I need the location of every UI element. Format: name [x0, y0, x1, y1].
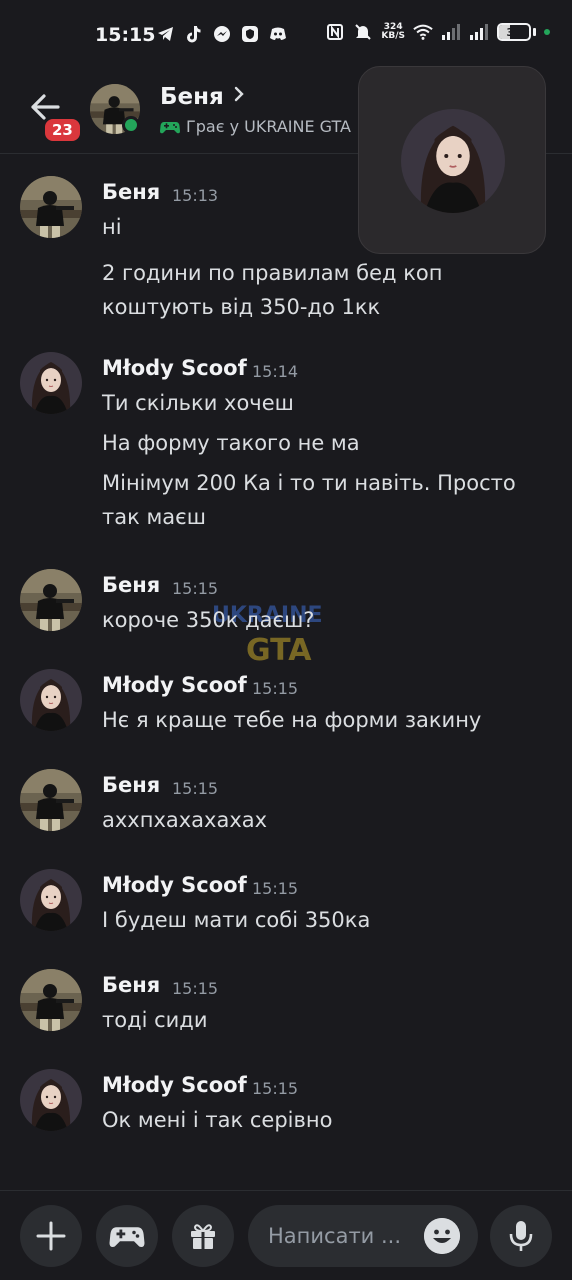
battery-indicator: 37 — [497, 23, 531, 41]
voice-message-button[interactable] — [490, 1205, 552, 1267]
message-text[interactable]: Нє я краще тебе на форми закину — [102, 703, 542, 737]
message-text[interactable]: Ок мені і так серівно — [102, 1103, 542, 1137]
message-text[interactable]: короче 350к даєш? — [102, 603, 542, 637]
message-author[interactable]: Młody Scoof — [102, 673, 247, 697]
message-author[interactable]: Młody Scoof — [102, 1073, 247, 1097]
message-author[interactable]: Беня — [102, 180, 160, 204]
plus-icon — [36, 1221, 66, 1251]
notification-icons — [156, 24, 288, 44]
status-bar: 15:15 324 KB/S 37 — [0, 0, 572, 70]
message-text[interactable]: тоді сиди — [102, 1003, 542, 1037]
avatar — [401, 109, 505, 213]
message-composer — [0, 1190, 572, 1280]
message-text[interactable]: І будеш мати собі 350ка — [102, 903, 542, 937]
battery-tip — [533, 28, 536, 36]
message-author[interactable]: Беня — [102, 573, 160, 597]
message-text[interactable]: аххпхахахахах — [102, 803, 542, 837]
avatar[interactable] — [20, 669, 82, 731]
network-speed: 324 KB/S — [381, 23, 405, 41]
message-text[interactable]: На форму такого не ма — [102, 426, 542, 460]
message-author[interactable]: Беня — [102, 973, 160, 997]
avatar[interactable] — [20, 1069, 82, 1131]
battery-percent: 37 — [506, 25, 522, 39]
gamepad-icon — [109, 1227, 145, 1247]
gift-icon — [191, 1224, 215, 1249]
activities-button[interactable] — [96, 1205, 158, 1267]
message-timestamp: 15:15 — [252, 679, 299, 698]
message-timestamp: 15:13 — [172, 186, 219, 205]
message-timestamp: 15:15 — [172, 579, 219, 598]
signal-icon-1 — [441, 22, 461, 42]
message-author[interactable]: Młody Scoof — [102, 356, 247, 380]
message-text[interactable]: коштують від 350-до 1кк — [102, 290, 542, 324]
vpn-icon — [240, 24, 260, 44]
messenger-icon — [212, 24, 232, 44]
avatar[interactable] — [20, 869, 82, 931]
gift-button[interactable] — [172, 1205, 234, 1267]
message-timestamp: 15:15 — [172, 979, 219, 998]
nfc-icon — [325, 22, 345, 42]
message-timestamp: 15:15 — [252, 879, 299, 898]
message-text[interactable]: ні — [102, 210, 542, 244]
message-text[interactable]: Ти скільки хочеш — [102, 386, 542, 420]
network-speed-unit: KB/S — [381, 31, 405, 41]
avatar[interactable] — [20, 569, 82, 631]
privacy-indicator-dot — [544, 29, 550, 35]
system-status-icons: 324 KB/S 37 — [325, 22, 550, 42]
signal-icon-2 — [469, 22, 489, 42]
online-status-dot — [122, 116, 140, 134]
avatar[interactable] — [20, 176, 82, 238]
status-time: 15:15 — [95, 24, 156, 46]
header-name[interactable]: Беня — [160, 84, 224, 110]
avatar[interactable] — [20, 969, 82, 1031]
message-timestamp: 15:15 — [252, 1079, 299, 1098]
message-text[interactable]: Мінімум 200 Ка і то ти навіть. Просто — [102, 466, 542, 500]
avatar[interactable] — [20, 769, 82, 831]
activity-text: Грає у UKRAINE GTA — [186, 117, 351, 136]
chevron-right-icon[interactable] — [232, 84, 246, 104]
message-timestamp: 15:15 — [172, 779, 219, 798]
message-text[interactable]: так маєш — [102, 500, 542, 534]
emoji-icon — [424, 1218, 460, 1254]
tiktok-icon — [184, 24, 204, 44]
microphone-icon — [509, 1221, 533, 1251]
avatar[interactable] — [20, 352, 82, 414]
telegram-icon — [156, 24, 176, 44]
mute-icon — [353, 22, 373, 42]
discord-icon — [268, 24, 288, 44]
message-timestamp: 15:14 — [252, 362, 299, 381]
gamepad-icon — [160, 121, 180, 133]
add-attachment-button[interactable] — [20, 1205, 82, 1267]
emoji-button[interactable] — [424, 1218, 460, 1254]
message-author[interactable]: Беня — [102, 773, 160, 797]
watermark-line-2: GTA — [246, 633, 312, 668]
activity-status: Грає у UKRAINE GTA — [160, 117, 351, 136]
wifi-icon — [413, 22, 433, 42]
unread-badge: 23 — [42, 116, 83, 144]
avatar-scoof-image — [401, 109, 505, 213]
message-text[interactable]: 2 години по правилам бед коп — [102, 256, 542, 290]
message-author[interactable]: Młody Scoof — [102, 873, 247, 897]
